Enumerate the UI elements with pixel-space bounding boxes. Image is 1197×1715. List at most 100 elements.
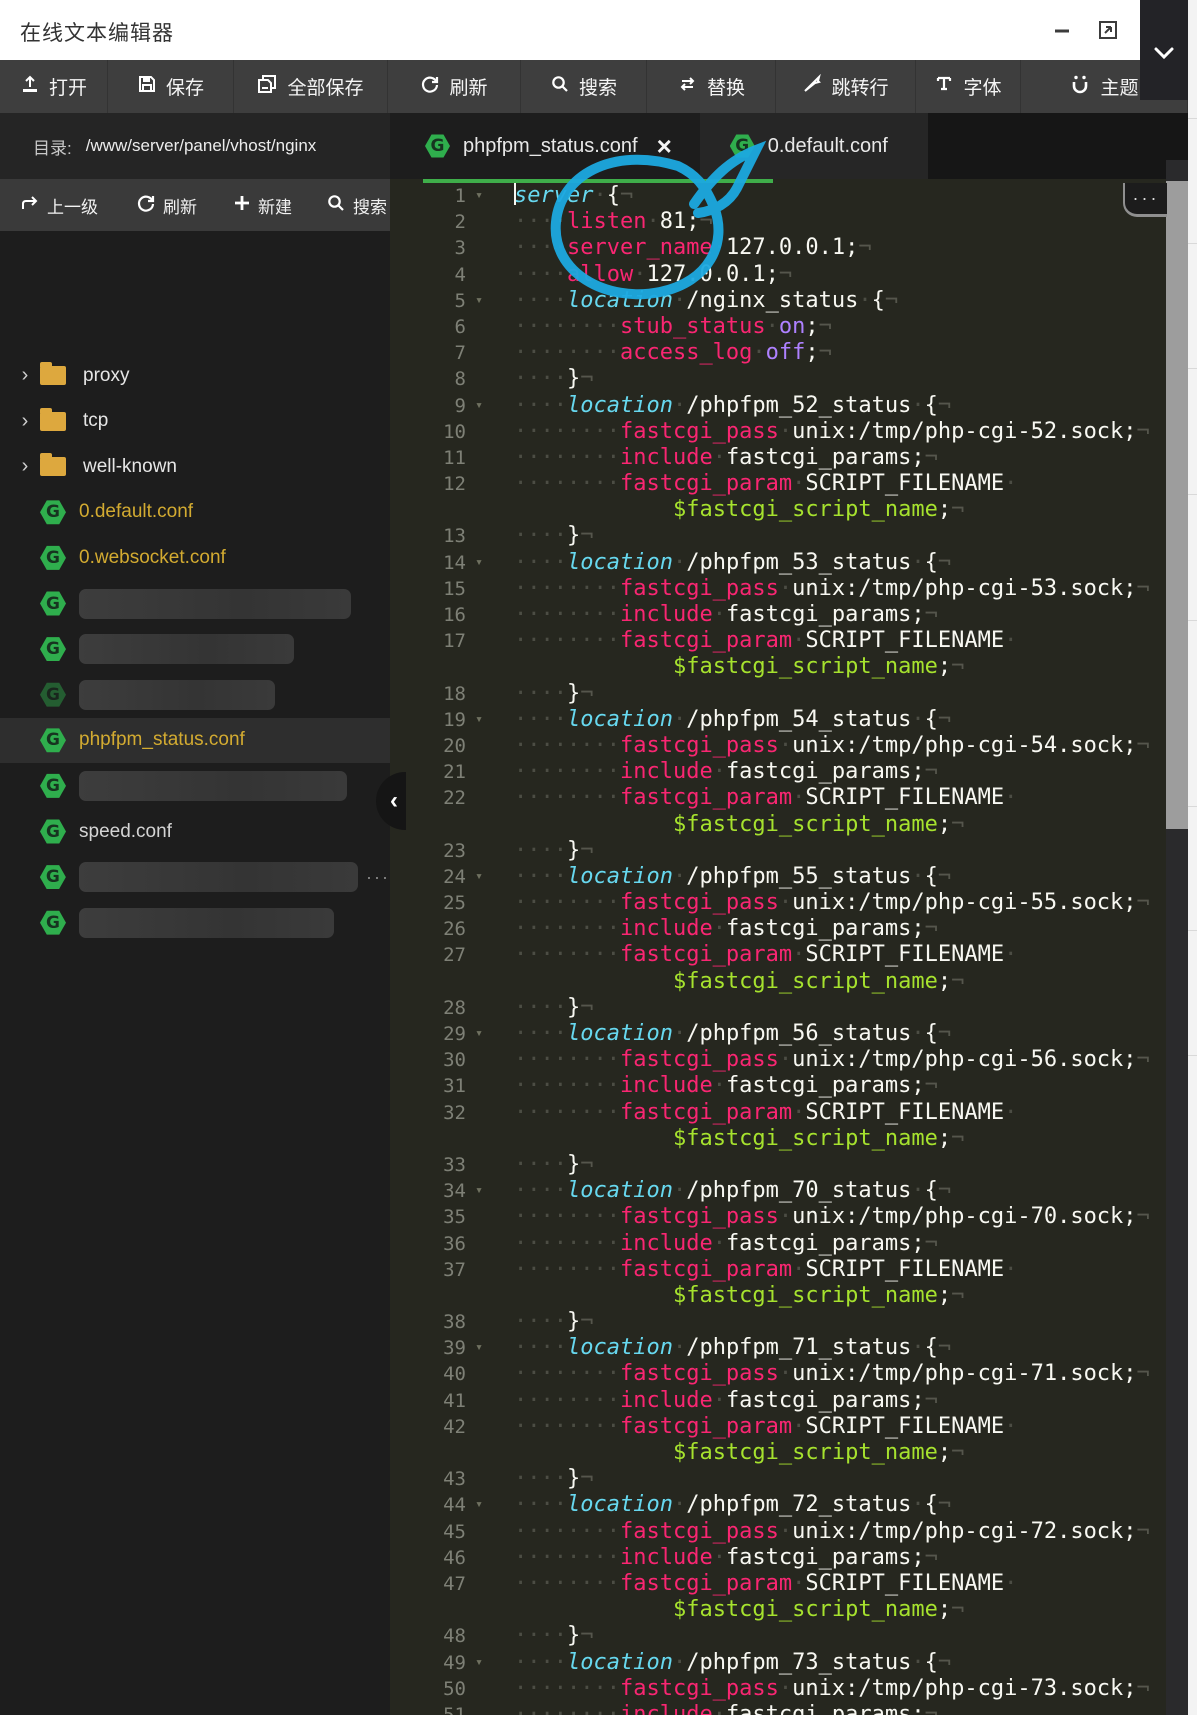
code-text: ····location·/phpfpm_54_status·{¬	[492, 707, 951, 733]
save-icon	[137, 74, 157, 100]
code-line-30: 30········fastcgi_pass·unix:/tmp/php-cgi…	[390, 1047, 1166, 1073]
scrollbar-thumb[interactable]	[1166, 181, 1188, 829]
code-line-46: 46········include·fastcgi_params;¬	[390, 1545, 1166, 1571]
tree-folder-proxy[interactable]: ›proxy	[0, 353, 390, 398]
maximize-icon[interactable]	[1092, 14, 1124, 46]
code-text: ····}¬	[492, 1309, 593, 1335]
code-line-36: 36········include·fastcgi_params;¬	[390, 1231, 1166, 1257]
minimize-icon[interactable]	[1046, 14, 1078, 46]
replace-icon	[677, 74, 698, 100]
page-strip-line	[1188, 1055, 1197, 1056]
code-line-wrap: $fastcgi_script_name;¬	[390, 497, 1166, 523]
code-line-33: 33····}¬	[390, 1152, 1166, 1178]
line-number: 34	[390, 1178, 466, 1204]
refresh-icon	[136, 193, 156, 218]
background-page-strip	[1188, 0, 1197, 1715]
line-number: 16	[390, 602, 466, 628]
chevron-right-icon[interactable]: ›	[10, 410, 40, 433]
code-text: ········fastcgi_param·SCRIPT_FILENAME·	[492, 1571, 1017, 1597]
line-number: 15	[390, 576, 466, 602]
line-number: 31	[390, 1073, 466, 1099]
sidebar-action-label: 上一级	[47, 193, 98, 218]
sidebar-action-refresh[interactable]: 刷新	[136, 193, 197, 218]
fold-arrow-icon[interactable]: ▾	[466, 707, 492, 733]
line-number: 28	[390, 995, 466, 1021]
editor-more-button[interactable]: ···	[1123, 183, 1167, 217]
tab-close-icon[interactable]: ×	[657, 133, 672, 159]
redacted-filename	[79, 680, 275, 710]
sidebar-action-label: 搜索	[353, 193, 387, 218]
tree-folder-tcp[interactable]: ›tcp	[0, 399, 390, 444]
fold-arrow-icon[interactable]: ▾	[466, 288, 492, 314]
code-line-49: 49▾····location·/phpfpm_73_status·{¬	[390, 1650, 1166, 1676]
toolbar-button-refresh[interactable]: 刷新	[388, 60, 521, 113]
code-line-40: 40········fastcgi_pass·unix:/tmp/php-cgi…	[390, 1361, 1166, 1387]
chevron-left-icon: ‹	[390, 787, 398, 815]
fold-arrow-icon[interactable]: ▾	[466, 393, 492, 419]
code-text: $fastcgi_script_name;¬	[492, 497, 964, 523]
tree-file-0.websocket.conf[interactable]: G0.websocket.conf	[0, 535, 390, 580]
line-number: 3	[390, 235, 466, 261]
toolbar-button-search[interactable]: 搜索	[521, 60, 647, 113]
fold-arrow-icon[interactable]: ▾	[466, 183, 492, 209]
toolbar-button-save-all[interactable]: 全部保存	[234, 60, 388, 113]
toolbar-button-save[interactable]: 保存	[108, 60, 234, 113]
code-line-8: 8····}¬	[390, 366, 1166, 392]
plus-icon	[233, 194, 251, 217]
code-line-wrap: $fastcgi_script_name;¬	[390, 1126, 1166, 1152]
toolbar-button-label: 搜索	[579, 73, 617, 100]
chevron-right-icon[interactable]: ›	[10, 364, 40, 387]
fold-arrow-icon[interactable]: ▾	[466, 550, 492, 576]
tree-file-redacted[interactable]: G···	[0, 855, 390, 900]
sidebar-action-plus[interactable]: 新建	[233, 193, 292, 218]
line-number: 29	[390, 1021, 466, 1047]
line-number: 24	[390, 864, 466, 890]
fold-arrow-icon[interactable]: ▾	[466, 1335, 492, 1361]
code-text: ········fastcgi_param·SCRIPT_FILENAME·	[492, 942, 1017, 968]
code-text: ········include·fastcgi_params;¬	[492, 1388, 938, 1414]
tree-file-redacted[interactable]: G	[0, 763, 390, 808]
fold-arrow-icon[interactable]: ▾	[466, 1650, 492, 1676]
code-line-51: 51········include·fastcgi_params;¬	[390, 1702, 1166, 1715]
fold-arrow-icon[interactable]: ▾	[466, 1178, 492, 1204]
redacted-filename	[79, 634, 294, 664]
tree-folder-well-known[interactable]: ›well-known	[0, 444, 390, 489]
toolbar-button-open[interactable]: 打开	[0, 60, 108, 113]
nginx-file-icon: G	[40, 864, 66, 890]
sidebar-action-search[interactable]: 搜索	[326, 193, 387, 218]
chevron-right-icon[interactable]: ›	[10, 455, 40, 478]
fold-arrow-icon[interactable]: ▾	[466, 1492, 492, 1518]
tree-file-phpfpm_status.conf[interactable]: Gphpfpm_status.conf	[0, 718, 390, 763]
tree-file-redacted[interactable]: G	[0, 672, 390, 717]
fold-arrow-icon[interactable]: ▾	[466, 864, 492, 890]
toolbar-more-button[interactable]	[1140, 0, 1188, 100]
code-line-44: 44▾····location·/phpfpm_72_status·{¬	[390, 1492, 1166, 1518]
fold-arrow-icon[interactable]: ▾	[466, 1021, 492, 1047]
toolbar-button-label: 跳转行	[831, 73, 888, 100]
tree-file-redacted[interactable]: G	[0, 900, 390, 945]
editor-tab-0.default.conf[interactable]: G0.default.conf	[700, 113, 928, 179]
tree-file-speed.conf[interactable]: Gspeed.conf	[0, 809, 390, 854]
code-line-13: 13····}¬	[390, 523, 1166, 549]
toolbar-button-replace[interactable]: 替换	[647, 60, 776, 113]
editor-tab-phpfpm_status.conf[interactable]: Gphpfpm_status.conf×	[390, 113, 700, 179]
toolbar-button-font[interactable]: 字体	[916, 60, 1021, 113]
code-area[interactable]: 1▾server·{¬2····listen·81;¬3····server_n…	[390, 183, 1166, 1715]
toolbar-button-goto-line[interactable]: 跳转行	[776, 60, 916, 113]
line-number: 10	[390, 419, 466, 445]
code-text: ········include·fastcgi_params;¬	[492, 1231, 938, 1257]
tree-file-redacted[interactable]: G	[0, 581, 390, 626]
line-number: 33	[390, 1152, 466, 1178]
toolbar-button-label: 主题	[1100, 73, 1138, 100]
sidebar-action-up-level[interactable]: 上一级	[20, 193, 98, 218]
tree-file-0.default.conf[interactable]: G0.default.conf	[0, 490, 390, 535]
code-line-19: 19▾····location·/phpfpm_54_status·{¬	[390, 707, 1166, 733]
code-line-29: 29▾····location·/phpfpm_56_status·{¬	[390, 1021, 1166, 1047]
tree-file-redacted[interactable]: G	[0, 627, 390, 672]
folder-icon	[40, 457, 66, 476]
editor-scrollbar[interactable]	[1166, 160, 1188, 1715]
save-all-icon	[257, 74, 278, 100]
nginx-file-icon: G	[40, 636, 66, 662]
code-text: ····location·/phpfpm_70_status·{¬	[492, 1178, 951, 1204]
code-text: ········fastcgi_pass·unix:/tmp/php-cgi-5…	[492, 733, 1150, 759]
